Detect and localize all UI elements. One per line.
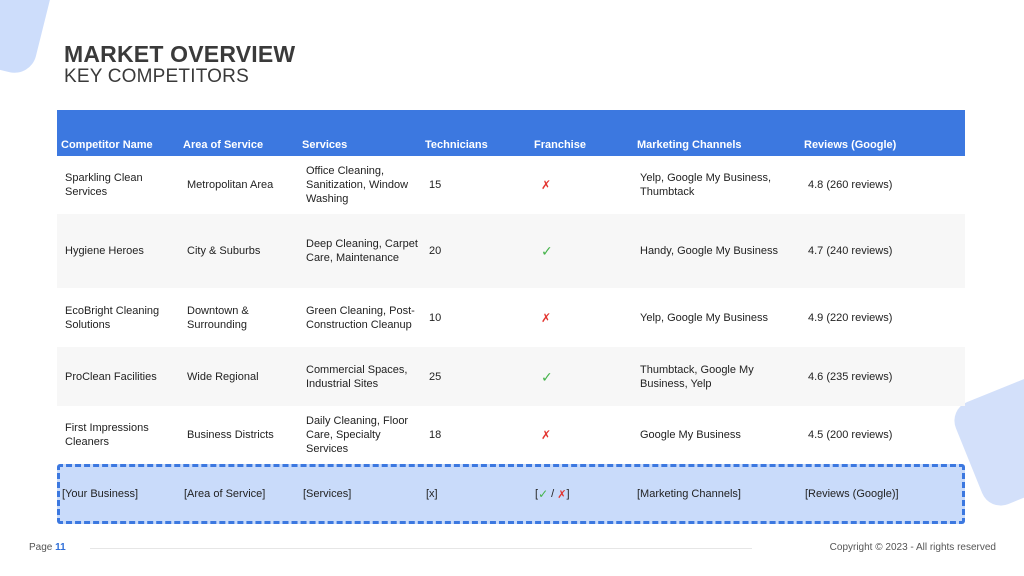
cross-icon: ✗ — [541, 310, 552, 325]
your-business-reviews: [Reviews (Google)] — [805, 488, 899, 500]
your-business-franchise: [✓ / ✗] — [535, 467, 595, 521]
cell-franchise: ✗ — [538, 156, 598, 214]
cell-competitor-name: ProClean Facilities — [65, 370, 157, 383]
your-business-row: [Your Business] [Area of Service] [Servi… — [57, 464, 965, 524]
cell-marketing: Google My Business — [640, 429, 741, 441]
table-row: ProClean Facilities Wide Regional Commer… — [57, 347, 965, 406]
cross-icon: ✗ — [557, 488, 567, 501]
copyright: Copyright © 2023 - All rights reserved — [829, 542, 996, 553]
cell-area: Downtown & Surrounding — [187, 304, 249, 331]
page-number-label: Page 11 — [29, 542, 66, 553]
header-competitor-name: Competitor Name — [61, 139, 153, 151]
cross-icon: ✗ — [541, 428, 552, 442]
cell-area: City & Suburbs — [187, 245, 261, 257]
cell-reviews: 4.5 (200 reviews) — [808, 429, 893, 441]
table-row: First Impressions Cleaners Business Dist… — [57, 406, 965, 464]
cell-competitor-name: Sparkling Clean Services — [65, 172, 143, 198]
cell-franchise: ✓ — [538, 214, 598, 288]
your-business-services: [Services] — [303, 488, 352, 500]
slide-subtitle: KEY COMPETITORS — [64, 66, 249, 87]
cell-competitor-name: EcoBright Cleaning Solutions — [65, 304, 160, 331]
check-icon: ✓ — [541, 243, 553, 259]
your-business-area: [Area of Service] — [184, 488, 266, 500]
header-technicians: Technicians — [425, 139, 488, 151]
header-services: Services — [302, 139, 348, 151]
cell-competitor-name: First Impressions Cleaners — [65, 422, 149, 448]
cell-marketing: Yelp, Google My Business, Thumbtack — [640, 172, 772, 198]
table-row: Sparkling Clean Services Metropolitan Ar… — [57, 156, 965, 214]
cell-area: Metropolitan Area — [187, 179, 274, 191]
header-area-of-service: Area of Service — [183, 139, 264, 151]
header-marketing-channels: Marketing Channels — [637, 139, 742, 151]
decor-shape-top-left — [0, 0, 58, 78]
table-row: EcoBright Cleaning Solutions Downtown & … — [57, 288, 965, 347]
cell-franchise: ✓ — [538, 347, 598, 406]
cell-area: Wide Regional — [187, 370, 259, 383]
cell-technicians: 25 — [429, 370, 442, 383]
cell-technicians: 10 — [429, 311, 442, 324]
cell-area: Business Districts — [187, 429, 274, 441]
cell-services: Daily Cleaning, Floor Care, Specialty Se… — [306, 415, 409, 455]
footer-divider — [90, 548, 752, 549]
your-business-technicians: [x] — [426, 488, 438, 500]
header-reviews: Reviews (Google) — [804, 139, 897, 151]
check-icon: ✓ — [541, 368, 553, 385]
cell-services: Green Cleaning, Post-Construction Cleanu… — [306, 304, 415, 331]
cell-competitor-name: Hygiene Heroes — [65, 245, 144, 257]
cell-marketing: Yelp, Google My Business — [640, 311, 768, 324]
cell-services: Office Cleaning, Sanitization, Window Wa… — [306, 165, 409, 205]
cell-reviews: 4.6 (235 reviews) — [808, 370, 893, 383]
cell-reviews: 4.9 (220 reviews) — [808, 311, 893, 324]
cell-franchise: ✗ — [538, 288, 598, 347]
header-franchise: Franchise — [534, 139, 586, 151]
your-business-name: [Your Business] — [62, 488, 139, 500]
bracket-close: ] — [566, 488, 570, 500]
table-header: Competitor Name Area of Service Services… — [57, 110, 965, 156]
cell-technicians: 18 — [429, 429, 442, 441]
cell-marketing: Thumbtack, Google My Business, Yelp — [640, 363, 754, 390]
table-row: Hygiene Heroes City & Suburbs Deep Clean… — [57, 214, 965, 288]
slide-title: MARKET OVERVIEW — [64, 41, 296, 67]
cell-technicians: 20 — [429, 245, 442, 257]
cell-technicians: 15 — [429, 179, 442, 191]
cross-icon: ✗ — [541, 178, 552, 192]
cell-reviews: 4.8 (260 reviews) — [808, 179, 893, 191]
competitors-table: Competitor Name Area of Service Services… — [57, 110, 965, 464]
check-icon: ✓ — [538, 487, 549, 501]
separator: / — [548, 488, 558, 500]
cell-services: Commercial Spaces, Industrial Sites — [306, 363, 408, 390]
your-business-marketing: [Marketing Channels] — [637, 488, 741, 500]
page-label: Page — [29, 542, 56, 553]
cell-reviews: 4.7 (240 reviews) — [808, 245, 893, 257]
cell-marketing: Handy, Google My Business — [640, 245, 778, 257]
cell-franchise: ✗ — [538, 406, 598, 464]
cell-services: Deep Cleaning, Carpet Care, Maintenance — [306, 238, 418, 264]
page-number: 11 — [55, 542, 66, 553]
